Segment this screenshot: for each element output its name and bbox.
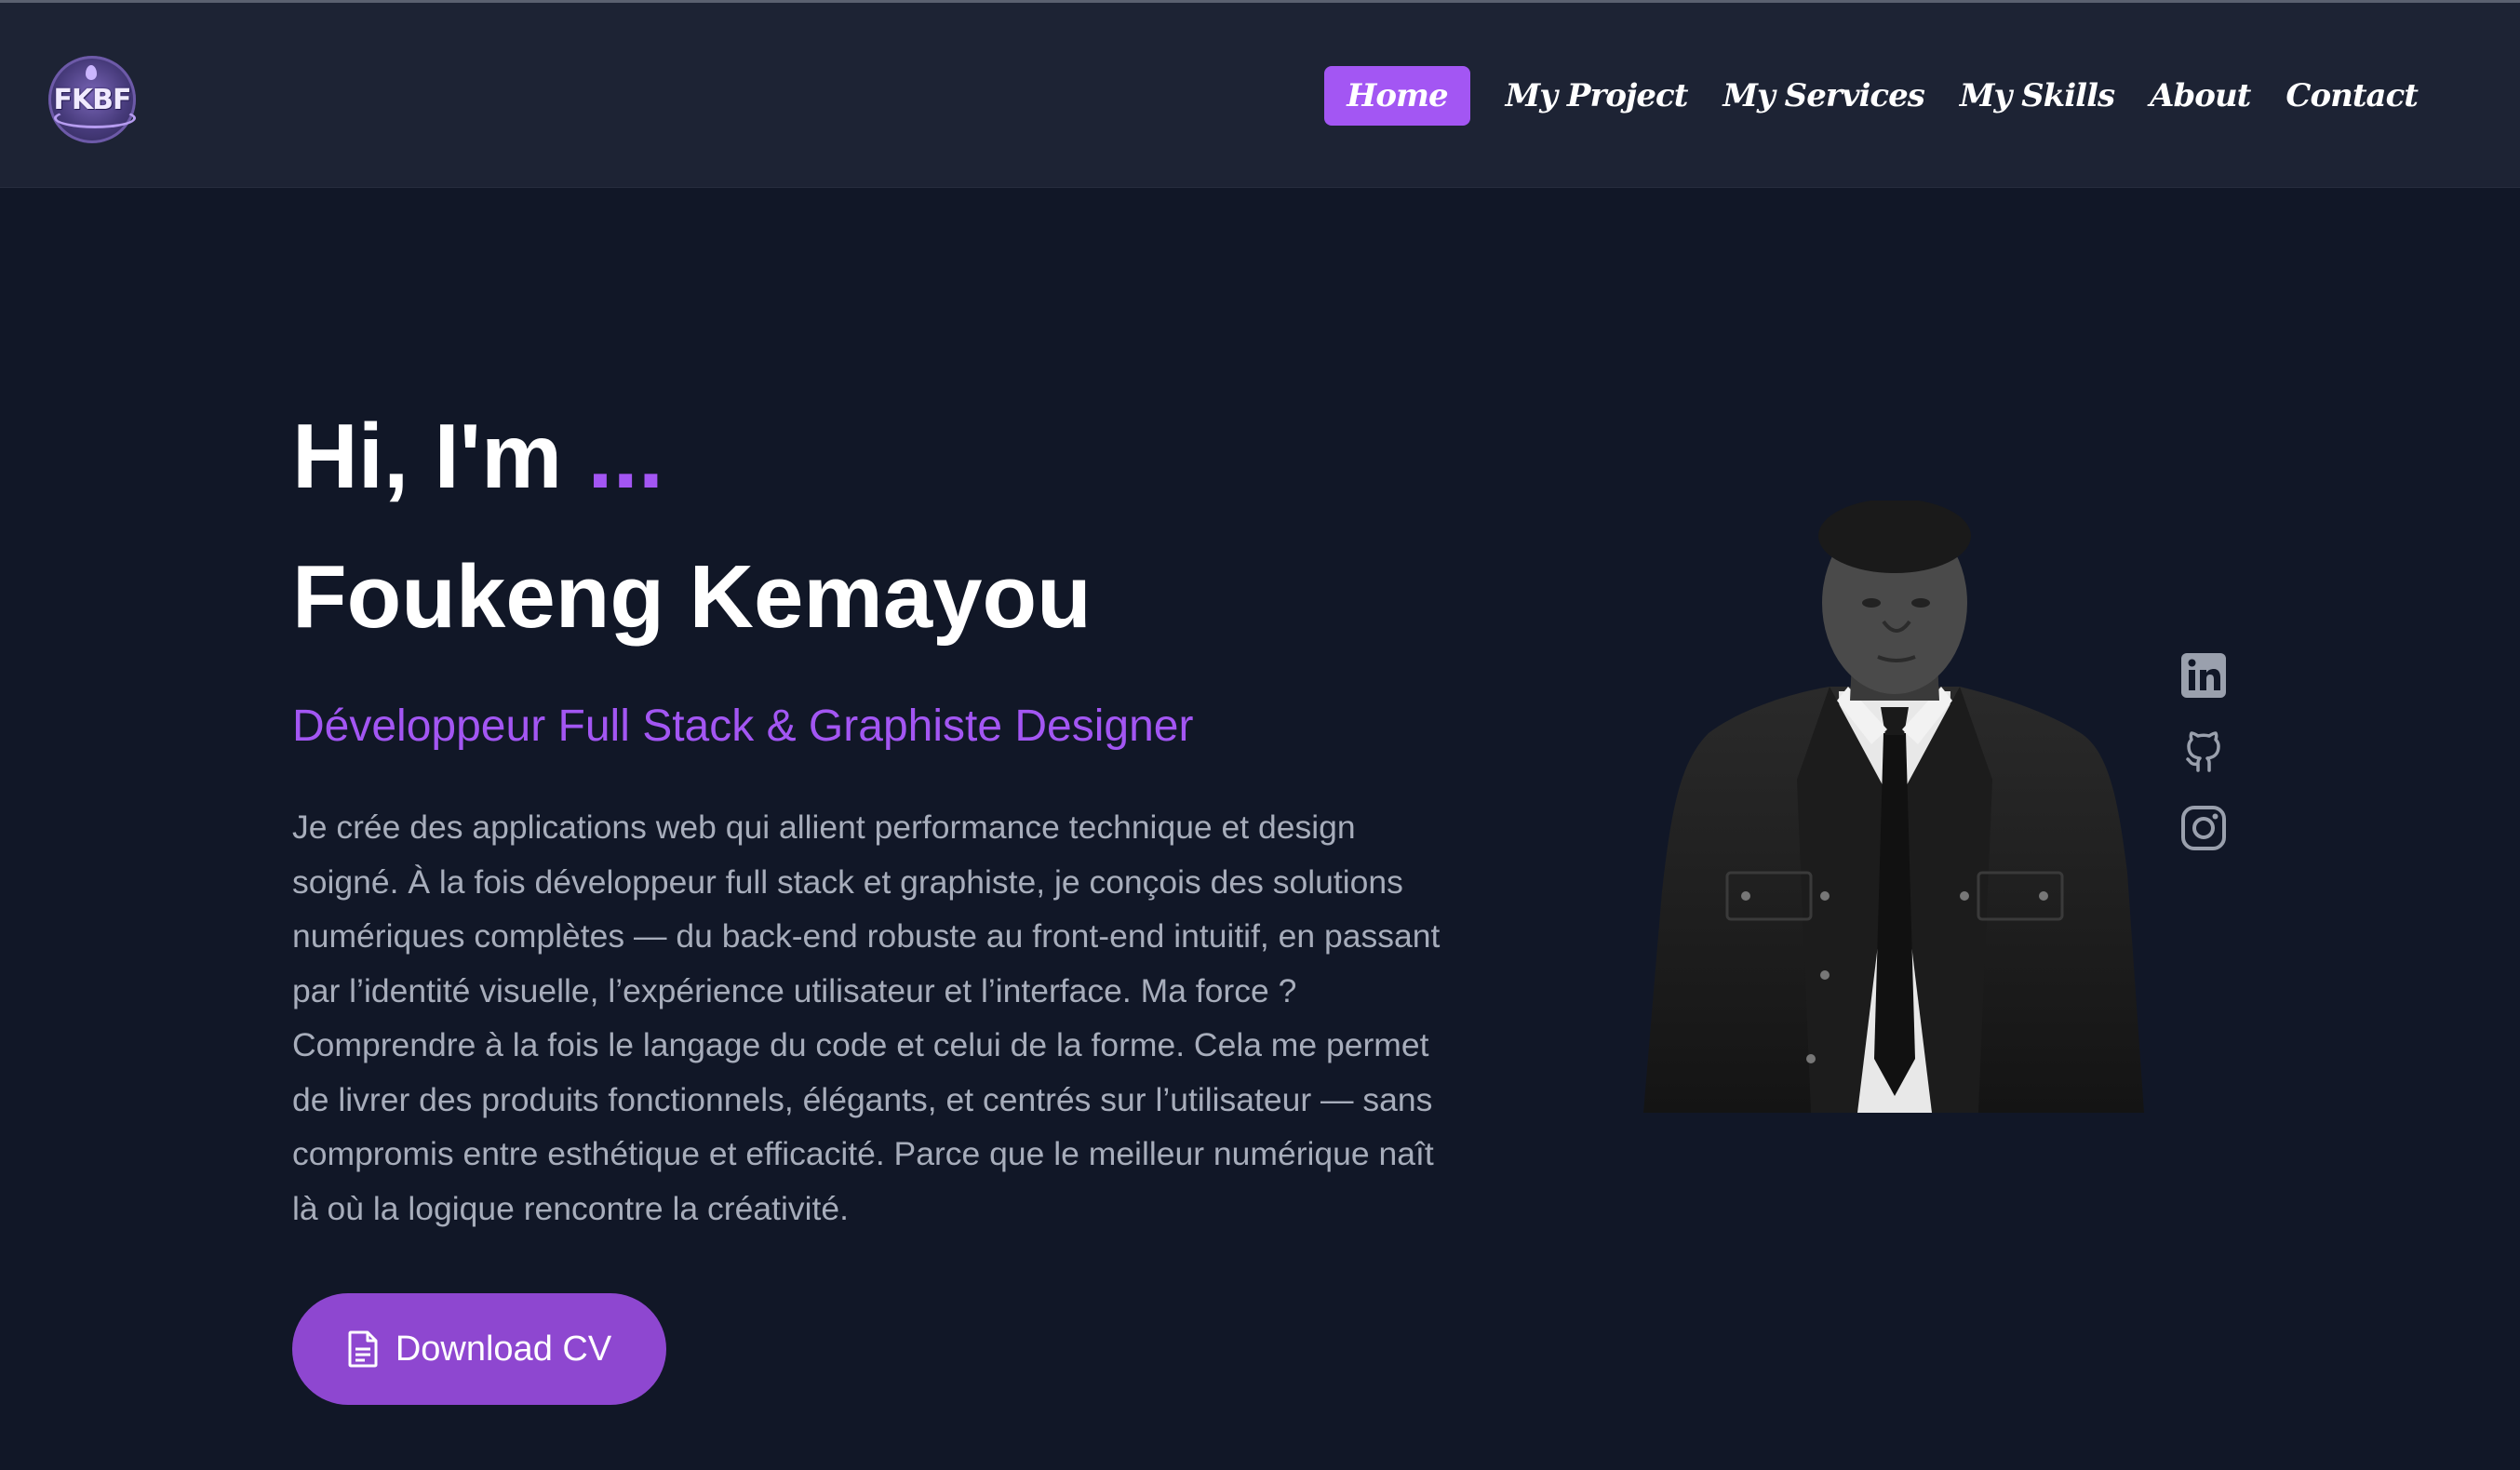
site-logo[interactable]: FKBF [48,56,136,143]
main-nav: Home My Project My Services My Skills Ab… [1324,66,2419,126]
github-icon[interactable] [2179,728,2228,776]
nav-home[interactable]: Home [1324,66,1470,126]
bio-line: par l’identité visuelle, l’expérience ut… [292,971,1297,1009]
nav-about[interactable]: About [2150,77,2251,114]
bio-line: là où la logique rencontre la créativité… [292,1189,849,1227]
nav-my-skills[interactable]: My Skills [1960,77,2115,114]
bio-line: de livrer des produits fonctionnels, élé… [292,1080,1433,1118]
nav-my-services[interactable]: My Services [1722,77,1924,114]
instagram-icon[interactable] [2179,804,2228,852]
nav-contact[interactable]: Contact [2285,77,2419,114]
greeting-text: Hi, I'm [292,405,563,507]
logo-ring [54,108,136,128]
navbar: FKBF Home My Project My Services My Skil… [0,3,2520,188]
greeting-dots: ... [587,405,664,507]
profile-photo [1643,501,2144,1113]
hero-greeting: Hi, I'm ... [292,402,664,510]
nav-my-project[interactable]: My Project [1506,77,1689,114]
logo-drop-icon [86,65,97,80]
bio-line: soigné. À la fois développeur full stack… [292,862,1403,901]
hero-bio: Je crée des applications web qui allient… [292,800,1493,1236]
bio-line: compromis entre esthétique et efficacité… [292,1135,1434,1172]
bio-line: numériques complètes — du back-end robus… [292,917,1441,955]
bio-line: Comprendre à la fois le langage du code … [292,1026,1429,1063]
bio-line: Je crée des applications web qui allient… [292,808,1356,846]
linkedin-icon[interactable] [2179,651,2228,700]
download-cv-button[interactable]: Download CV [292,1293,666,1405]
hero-name: Foukeng Kemayou [292,547,1092,647]
hero-role: Développeur Full Stack & Graphiste Desig… [292,702,1194,751]
download-cv-label: Download CV [395,1329,612,1369]
document-icon [348,1330,378,1368]
social-links [2178,651,2230,852]
